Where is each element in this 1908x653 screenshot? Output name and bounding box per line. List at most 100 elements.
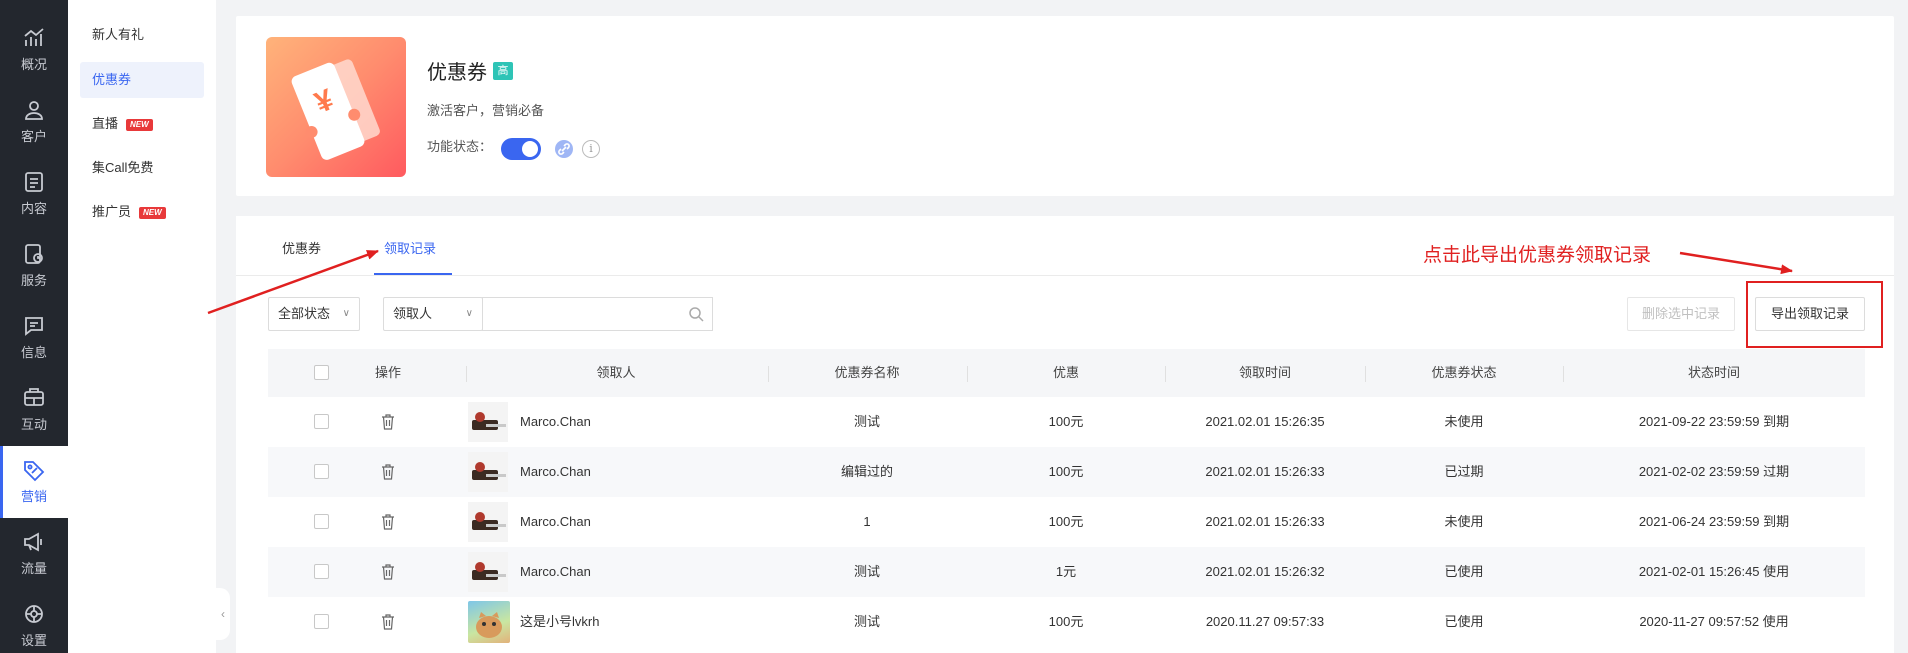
document-icon (25, 172, 43, 192)
tab-coupon[interactable]: 优惠券 (282, 238, 321, 257)
avatar (468, 402, 508, 442)
claim-time: 2021.02.01 15:26:35 (1205, 414, 1325, 429)
row-checkbox[interactable] (314, 514, 329, 529)
coupon-status: 已使用 (1444, 564, 1484, 579)
main-nav: 概况 客户 内容 服务 信息 互动 营销 流量 设置 (0, 0, 68, 653)
search-icon[interactable] (688, 306, 704, 322)
row-checkbox[interactable] (314, 414, 329, 429)
column-header: 领取人 (596, 365, 636, 380)
megaphone-icon (24, 532, 42, 552)
chevron-down-icon: ∨ (342, 308, 350, 319)
new-badge: NEW (126, 118, 153, 131)
row-checkbox[interactable] (314, 564, 329, 579)
nav-item-overview[interactable]: 概况 (0, 14, 68, 86)
feature-header-card: ¥ 优惠券 高 激活客户，营销必备 功能状态： i (236, 16, 1894, 196)
status-time: 2021-06-24 23:59:59 到期 (1638, 514, 1790, 529)
nav-label: 客户 (20, 129, 47, 144)
nav-label: 营销 (20, 489, 47, 504)
coupon-status: 未使用 (1444, 514, 1484, 529)
link-icon[interactable] (555, 140, 573, 158)
avatar (468, 601, 510, 643)
discount: 100元 (1048, 464, 1084, 479)
submenu-item-live[interactable]: 直播 NEW (80, 106, 204, 142)
select-all-checkbox[interactable] (314, 365, 329, 380)
service-icon (25, 244, 43, 264)
status-time: 2020-11-27 09:57:52 使用 (1639, 614, 1789, 629)
claim-time: 2021.02.01 15:26:33 (1205, 514, 1325, 529)
search-field-value: 领取人 (393, 306, 433, 321)
submenu-item-promoter[interactable]: 推广员 NEW (80, 194, 204, 230)
records-table: 操作 领取人 优惠券名称 优惠 领取时间 优惠券状态 状态时间 Marco.Ch… (268, 349, 1865, 647)
trash-icon[interactable] (381, 564, 395, 580)
annotation-text: 点击此导出优惠券领取记录 (1423, 244, 1652, 266)
table-header: 操作 领取人 优惠券名称 优惠 领取时间 优惠券状态 状态时间 (268, 349, 1865, 397)
status-time: 2021-02-01 15:26:45 使用 (1638, 564, 1790, 579)
discount: 100元 (1048, 514, 1084, 529)
trash-icon[interactable] (381, 614, 395, 630)
submenu-item-jicall-free[interactable]: 集Call免费 (80, 150, 204, 186)
row-checkbox[interactable] (314, 464, 329, 479)
message-icon (25, 317, 43, 336)
claim-time: 2020.11.27 09:57:33 (1205, 614, 1325, 629)
column-header: 状态时间 (1687, 365, 1740, 380)
trash-icon[interactable] (381, 414, 395, 430)
level-tag: 高 (493, 62, 513, 80)
avatar (468, 552, 508, 592)
nav-item-content[interactable]: 内容 (0, 158, 68, 230)
submenu-label: 推广员 (92, 204, 132, 219)
column-header: 领取时间 (1238, 365, 1291, 380)
search-field-select[interactable]: 领取人 ∨ (383, 297, 483, 331)
nav-label: 设置 (20, 633, 47, 648)
submenu-label: 优惠券 (92, 72, 132, 87)
coupon-status: 未使用 (1444, 414, 1484, 429)
status-filter-select[interactable]: 全部状态 ∨ (268, 297, 360, 331)
collapse-submenu-handle[interactable]: ‹ (216, 588, 230, 640)
submenu-item-coupon[interactable]: 优惠券 (80, 62, 204, 98)
chart-trend-icon (24, 28, 44, 46)
table-row: Marco.Chan 测试 1元 2021.02.01 15:26:32 已使用… (268, 547, 1865, 597)
status-time: 2021-09-22 23:59:59 到期 (1638, 414, 1790, 429)
row-checkbox[interactable] (314, 614, 329, 629)
delete-selected-button[interactable]: 删除选中记录 (1627, 297, 1735, 331)
nav-label: 内容 (20, 201, 47, 216)
submenu-item-newcomer-gift[interactable]: 新人有礼 (80, 17, 204, 53)
table-row: Marco.Chan 编辑过的 100元 2021.02.01 15:26:33… (268, 447, 1865, 497)
column-header: 优惠券状态 (1431, 365, 1497, 380)
discount: 1元 (1055, 564, 1077, 579)
trash-icon[interactable] (381, 464, 395, 480)
submenu-label: 新人有礼 (92, 27, 145, 42)
status-label: 功能状态： (427, 139, 493, 154)
column-header: 优惠券名称 (834, 365, 900, 380)
user-name: Marco.Chan (520, 464, 591, 479)
coupon-name: 测试 (853, 414, 880, 429)
user-name: Marco.Chan (520, 564, 591, 579)
nav-item-message[interactable]: 信息 (0, 302, 68, 374)
nav-item-settings[interactable]: 设置 (0, 590, 68, 653)
table-row: Marco.Chan 1 100元 2021.02.01 15:26:33 未使… (268, 497, 1865, 547)
nav-item-customer[interactable]: 客户 (0, 86, 68, 158)
nav-item-traffic[interactable]: 流量 (0, 518, 68, 590)
coupon-illustration: ¥ (266, 37, 406, 177)
tab-claim-records[interactable]: 领取记录 (384, 238, 436, 257)
submenu-label: 集Call免费 (92, 160, 154, 175)
sub-menu: 新人有礼 优惠券 直播 NEW 集Call免费 推广员 NEW (68, 0, 216, 653)
search-input[interactable] (482, 297, 713, 331)
nav-item-marketing[interactable]: 营销 (0, 446, 68, 518)
avatar (468, 452, 508, 492)
nav-label: 互动 (20, 417, 47, 432)
nav-item-interaction[interactable]: 互动 (0, 374, 68, 446)
nav-item-service[interactable]: 服务 (0, 230, 68, 302)
coupon-status: 已过期 (1444, 464, 1484, 479)
feature-status-toggle[interactable] (501, 138, 541, 160)
discount: 100元 (1048, 414, 1084, 429)
coupon-name: 测试 (853, 564, 880, 579)
trash-icon[interactable] (381, 514, 395, 530)
nav-label: 流量 (20, 561, 47, 576)
coupon-name: 1 (863, 514, 871, 529)
chevron-down-icon: ∨ (465, 308, 473, 319)
info-icon[interactable]: i (582, 140, 600, 158)
settings-icon (25, 605, 43, 623)
nav-label: 信息 (20, 345, 47, 360)
column-header: 优惠 (1052, 365, 1079, 380)
new-badge: NEW (139, 206, 166, 219)
